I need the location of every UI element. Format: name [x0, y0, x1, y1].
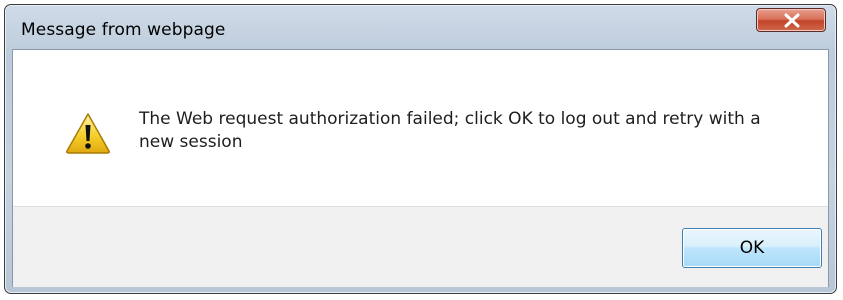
title-bar[interactable]: Message from webpage: [5, 5, 836, 49]
close-icon: [784, 13, 800, 28]
message-area: The Web request authorization failed; cl…: [13, 50, 828, 206]
dialog-message: The Web request authorization failed; cl…: [139, 109, 761, 152]
dialog-body: The Web request authorization failed; cl…: [12, 49, 829, 287]
ok-button[interactable]: OK: [682, 228, 822, 268]
close-button[interactable]: [756, 8, 826, 32]
dialog-window: Message from webpage The Web request aut…: [4, 4, 837, 294]
dialog-title: Message from webpage: [21, 20, 226, 40]
warning-icon: [66, 113, 110, 154]
button-bar: OK: [13, 206, 828, 287]
